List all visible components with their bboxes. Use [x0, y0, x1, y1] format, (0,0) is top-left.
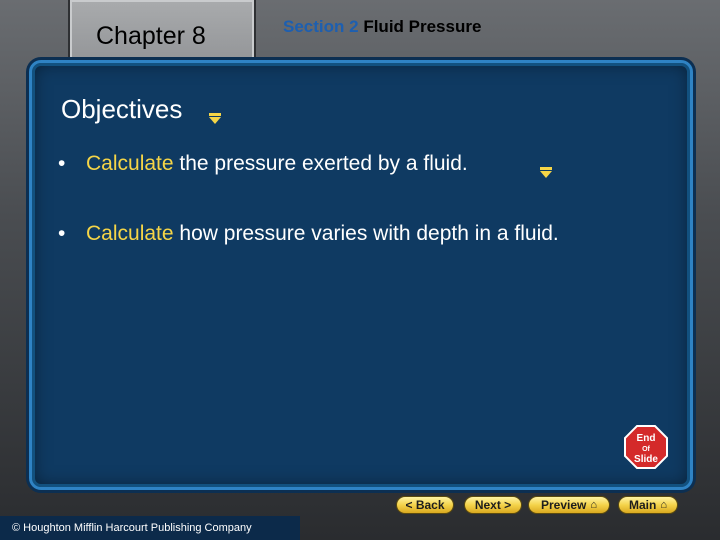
objective-text: the pressure exerted by a fluid. [179, 152, 468, 175]
bullet-marker: • [58, 152, 66, 175]
preview-label: Preview [540, 498, 587, 512]
home-icon: ⌂ [660, 499, 667, 511]
stop-line-1: End [637, 433, 656, 444]
home-icon: ⌂ [590, 499, 598, 511]
objectives-expand-arrow-icon[interactable] [209, 113, 221, 124]
chapter-label: Chapter 8 [96, 22, 206, 50]
section-heading: Section 2 Fluid Pressure [283, 17, 481, 37]
bullet-marker: • [58, 222, 66, 245]
main-label: Main [629, 498, 657, 512]
end-of-slide-stop-icon[interactable]: End Of Slide [624, 425, 668, 469]
objective-text: how pressure varies with depth in a flui… [179, 222, 559, 245]
objective-1-arrow-icon[interactable] [540, 167, 552, 178]
section-title: Fluid Pressure [363, 17, 482, 36]
next-button[interactable]: Next > [464, 496, 522, 514]
objective-item-1: • Calculate the pressure exerted by a flu… [58, 152, 468, 176]
copyright-footer: © Houghton Mifflin Harcourt Publishing C… [0, 516, 300, 540]
objective-item-2: • Calculate how pressure varies with dept… [58, 222, 559, 246]
stop-line-3: Slide [634, 454, 658, 465]
preview-button[interactable]: Preview ⌂ [528, 496, 610, 514]
main-button[interactable]: Main ⌂ [618, 496, 678, 514]
objective-keyword: Calculate [86, 222, 174, 245]
objective-keyword: Calculate [86, 152, 174, 175]
section-number: Section 2 [283, 17, 359, 36]
objectives-title: Objectives [61, 94, 183, 124]
stop-line-2: Of [642, 446, 650, 453]
back-button[interactable]: < Back [396, 496, 454, 514]
